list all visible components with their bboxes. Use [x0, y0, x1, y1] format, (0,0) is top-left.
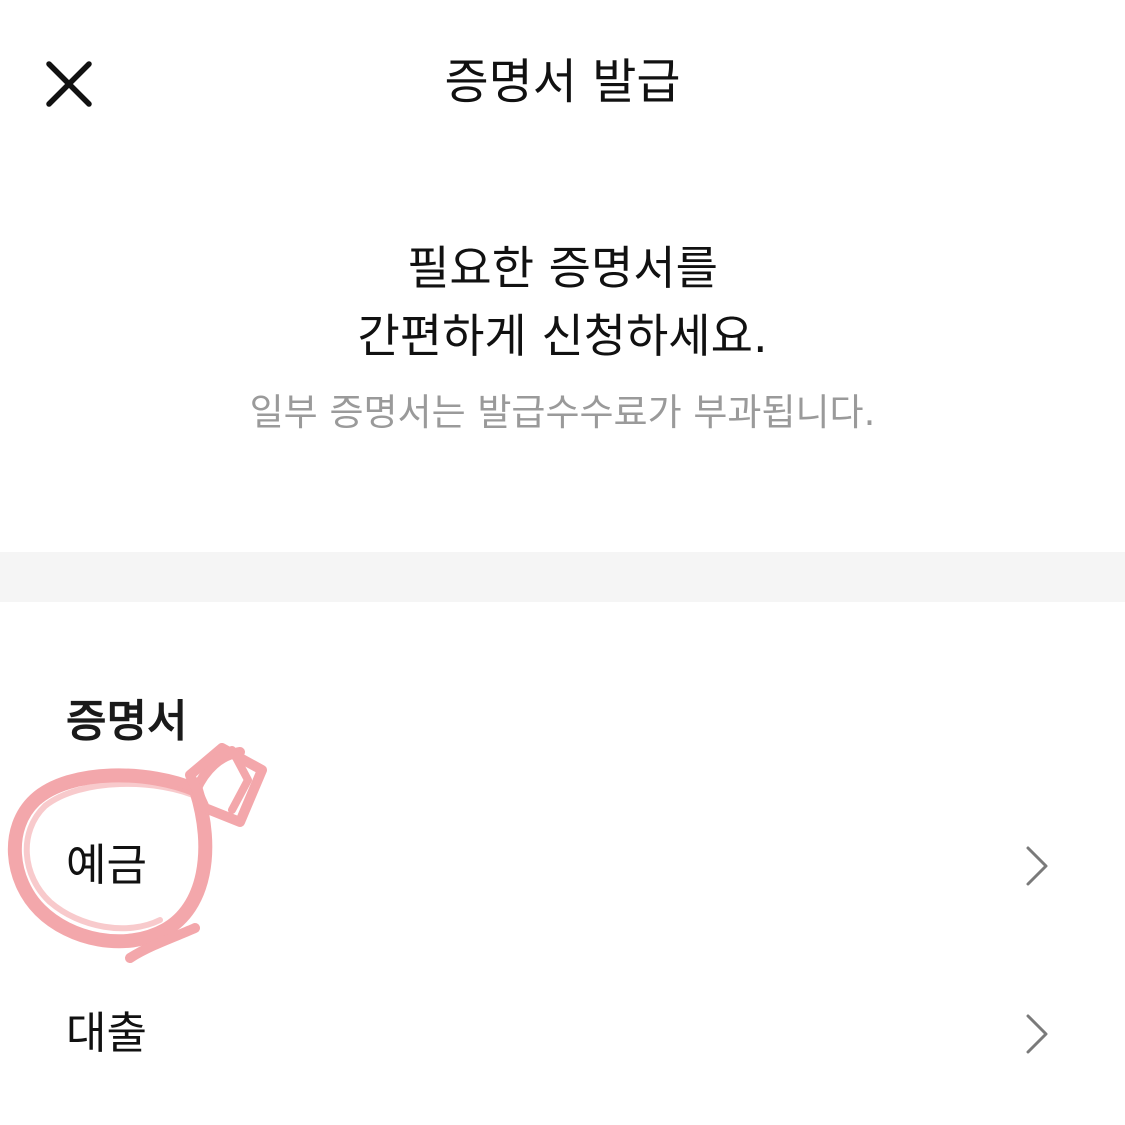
chevron-right-icon [1026, 846, 1048, 886]
certificate-issuance-screen: 증명서 발급 필요한 증명서를 간편하게 신청하세요. 일부 증명서는 발급수수… [0, 0, 1125, 1125]
section-title: 증명서 [66, 696, 188, 747]
list-item-loan[interactable]: 대출 [0, 974, 1125, 1094]
intro-headline-line-2: 간편하게 신청하세요. [357, 309, 768, 363]
section-divider [0, 552, 1125, 602]
intro-headline-line-1: 필요한 증명서를 [407, 241, 718, 295]
page-title: 증명서 발급 [444, 54, 681, 110]
fee-notice: 일부 증명서는 발급수수료가 부과됩니다. [249, 391, 876, 434]
list-item-deposit[interactable]: 예금 [0, 806, 1125, 926]
chevron-right-icon [1026, 1014, 1048, 1054]
list-item-label: 대출 [66, 1008, 147, 1059]
list-item-label: 예금 [66, 840, 147, 891]
header: 증명서 발급 [0, 0, 1125, 170]
intro-block: 필요한 증명서를 간편하게 신청하세요. 일부 증명서는 발급수수료가 부과됩니… [0, 234, 1125, 438]
